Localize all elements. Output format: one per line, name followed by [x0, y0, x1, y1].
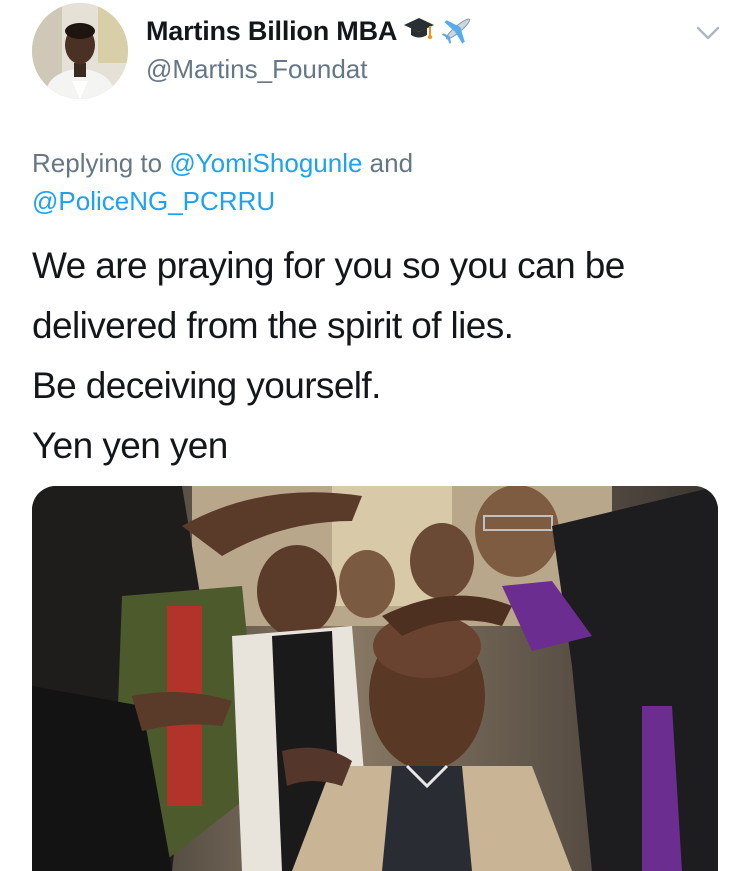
tweet-photo[interactable] — [32, 486, 718, 871]
reply-conjunction: and — [362, 148, 414, 178]
display-name-row: Martins Billion MBA — [146, 14, 475, 48]
airplane-icon — [441, 13, 475, 50]
reply-context: Replying to @YomiShogunle and @PoliceNG_… — [32, 144, 652, 220]
author-avatar[interactable] — [32, 3, 128, 99]
photo-image — [32, 486, 718, 871]
tweet-text-line: Yen yen yen — [32, 425, 228, 466]
tweet-text: We are praying for you so you can be del… — [32, 236, 722, 476]
chevron-down-icon[interactable] — [695, 24, 721, 42]
tweet-text-line: Be deceiving yourself. — [32, 365, 381, 406]
author-handle[interactable]: @Martins_Foundat — [146, 54, 475, 85]
author-display-name[interactable]: Martins Billion MBA — [146, 16, 397, 47]
author-names: Martins Billion MBA @Martins_Foundat — [146, 14, 475, 85]
tweet-card: Martins Billion MBA @Martins_Foundat Rep… — [0, 0, 750, 871]
mention-link[interactable]: @YomiShogunle — [169, 148, 362, 178]
avatar-photo — [32, 3, 128, 99]
tweet-text-line: delivered from the spirit of lies. — [32, 305, 514, 346]
reply-prefix: Replying to — [32, 148, 170, 178]
tweet-text-line: We are praying for you so you can be — [32, 245, 625, 286]
mention-link[interactable]: @PoliceNG_PCRRU — [32, 186, 275, 216]
graduation-cap-icon — [403, 14, 435, 49]
